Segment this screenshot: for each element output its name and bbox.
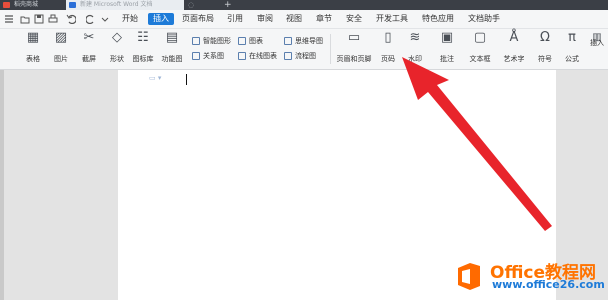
watermark-url-text: www.office26.com [492,278,605,291]
office-logo-icon [458,263,480,290]
red-arrow-annotation [402,57,552,231]
office26-watermark: Office教程网 www.office26.com [452,256,608,296]
